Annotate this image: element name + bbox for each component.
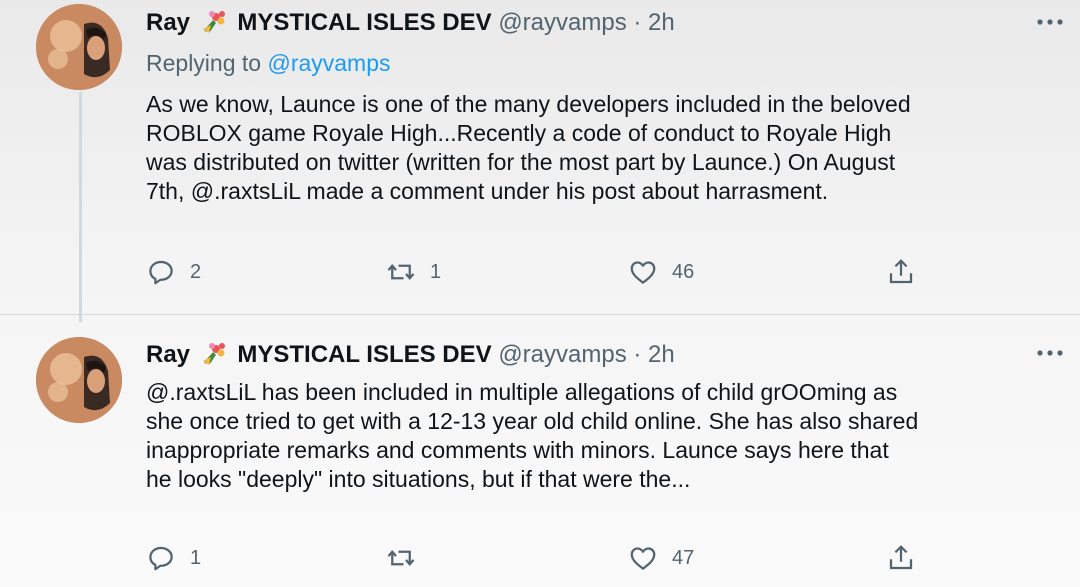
- separator-dot: ·: [633, 9, 642, 36]
- user-handle[interactable]: @rayvamps: [498, 9, 626, 36]
- timestamp[interactable]: 2h: [648, 341, 675, 368]
- tweet-text: As we know, Launce is one of the many de…: [146, 90, 1066, 206]
- retweet-button[interactable]: [386, 541, 430, 575]
- tweet-text-line: was distributed on twitter (written for …: [146, 149, 896, 175]
- more-icon[interactable]: [1035, 347, 1065, 359]
- bouquet-icon: [202, 343, 225, 365]
- tweet-thread: Ray MYSTICAL ISLES DEV @rayvamps · 2h Re…: [0, 0, 1080, 587]
- display-name[interactable]: Ray: [146, 9, 190, 36]
- separator-dot: ·: [633, 341, 642, 368]
- reply-button[interactable]: 2: [146, 255, 201, 289]
- bouquet-icon: [202, 11, 225, 33]
- tweet[interactable]: Ray MYSTICAL ISLES DEV @rayvamps · 2h @.…: [0, 315, 1080, 587]
- share-button[interactable]: [886, 541, 916, 575]
- tweet-text-line: ROBLOX game Royale High...Recently a cod…: [146, 120, 892, 146]
- avatar-image: [36, 337, 122, 423]
- replying-to-label: Replying to: [146, 50, 262, 76]
- like-button[interactable]: 46: [628, 255, 694, 289]
- tweet-actions: 2 1 46: [146, 255, 926, 289]
- tweet[interactable]: Ray MYSTICAL ISLES DEV @rayvamps · 2h Re…: [0, 0, 1080, 315]
- tweet-text-line: As we know, Launce is one of the many de…: [146, 91, 911, 117]
- avatar[interactable]: [36, 4, 122, 90]
- tweet-text-line: @.raxtsLiL has been included in multiple…: [146, 379, 898, 405]
- profile-badge-text[interactable]: MYSTICAL ISLES DEV: [237, 9, 491, 36]
- replying-to-handle[interactable]: @rayvamps: [267, 50, 390, 76]
- retweet-count: 1: [430, 260, 442, 283]
- tweet-text: @.raxtsLiL has been included in multiple…: [146, 378, 1066, 494]
- reply-count: 2: [190, 260, 202, 283]
- retweet-button[interactable]: 1: [386, 255, 441, 289]
- share-icon: [889, 259, 913, 284]
- display-name[interactable]: Ray: [146, 341, 190, 368]
- user-handle[interactable]: @rayvamps: [498, 341, 626, 368]
- tweet-text-line: inappropriate remarks and comments with …: [146, 437, 889, 463]
- tweet-text-line: she once tried to get with a 12-13 year …: [146, 408, 919, 434]
- share-button[interactable]: [886, 255, 916, 289]
- tweet-text-line: 7th, @.raxtsLiL made a comment under his…: [146, 178, 829, 204]
- reply-count: 1: [190, 546, 202, 569]
- like-icon: [630, 547, 656, 570]
- like-icon: [630, 261, 656, 284]
- tweet-text-line: he looks "deeply" into situations, but i…: [146, 466, 691, 492]
- reply-button[interactable]: 1: [146, 541, 201, 575]
- profile-badge-text[interactable]: MYSTICAL ISLES DEV: [237, 341, 491, 368]
- reply-icon: [149, 260, 173, 285]
- avatar-image: [36, 4, 122, 90]
- tweet-header: Ray MYSTICAL ISLES DEV @rayvamps · 2h: [146, 340, 675, 370]
- tweet-actions: 1 47: [146, 541, 926, 575]
- avatar[interactable]: [36, 337, 122, 423]
- timestamp[interactable]: 2h: [648, 9, 675, 36]
- tweet-header: Ray MYSTICAL ISLES DEV @rayvamps · 2h: [146, 8, 675, 38]
- like-count: 46: [672, 260, 695, 283]
- retweet-icon: [387, 550, 415, 566]
- reply-icon: [149, 546, 173, 571]
- more-icon[interactable]: [1035, 16, 1065, 28]
- retweet-icon: [387, 264, 415, 280]
- replying-to: Replying to @rayvamps: [146, 49, 391, 77]
- like-count: 47: [672, 546, 695, 569]
- share-icon: [889, 545, 913, 570]
- like-button[interactable]: 47: [628, 541, 694, 575]
